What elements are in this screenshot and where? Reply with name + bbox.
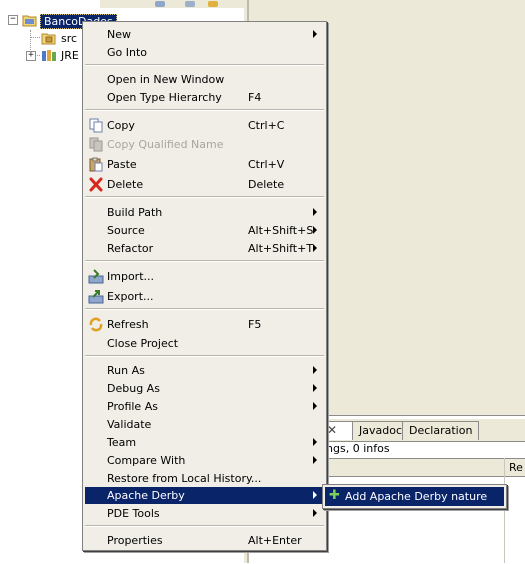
submenu-arrow-icon [313,226,317,234]
package-folder-icon [41,33,56,45]
column-header[interactable]: Re [509,461,523,474]
delete-icon [89,177,103,192]
menu-item-source[interactable]: Source Alt+Shift+S [85,222,324,239]
toolbar-icon[interactable] [155,1,165,7]
submenu-arrow-icon [313,402,317,410]
project-folder-icon [22,15,37,27]
submenu-arrow-icon [313,456,317,464]
toolbar-icon[interactable] [185,1,195,7]
submenu-arrow-icon [313,384,317,392]
submenu-arrow-icon [313,208,317,216]
menu-item-copy-qualified-name[interactable]: Copy Qualified Name [85,136,324,153]
toolbar-icon[interactable] [208,1,218,7]
copy-icon [89,118,103,133]
refresh-icon [89,317,103,332]
submenu-arrow-icon [313,491,317,499]
menu-item-properties[interactable]: Properties Alt+Enter [85,532,324,549]
menu-item-delete[interactable]: Delete Delete [85,176,324,193]
import-icon [88,269,104,284]
collapse-icon[interactable]: − [8,15,18,25]
menu-item-paste[interactable]: Paste Ctrl+V [85,156,324,173]
menu-item-add-apache-derby-nature[interactable]: ✚ Add Apache Derby nature [325,487,504,506]
menu-item-import[interactable]: Import... [85,268,324,285]
menu-separator [85,64,324,66]
menu-separator [85,109,324,111]
menu-separator [85,196,324,198]
menu-separator [85,525,324,527]
menu-item-validate[interactable]: Validate [85,416,324,433]
menu-item-refresh[interactable]: Refresh F5 [85,316,324,333]
menu-item-restore-from-local-history[interactable]: Restore from Local History... [85,470,324,487]
column-divider[interactable] [504,458,505,563]
submenu-arrow-icon [313,366,317,374]
submenu-arrow-icon [313,30,317,38]
menu-item-copy[interactable]: Copy Ctrl+C [85,117,324,134]
menu-separator [85,355,324,357]
menu-item-open-type-hierarchy[interactable]: Open Type Hierarchy F4 [85,89,324,106]
submenu-arrow-icon [313,438,317,446]
export-icon [88,290,104,304]
menu-item-refactor[interactable]: Refactor Alt+Shift+T [85,240,324,257]
menu-item-pde-tools[interactable]: PDE Tools [85,505,324,522]
menu-item-close-project[interactable]: Close Project [85,335,324,352]
menu-item-apache-derby[interactable]: Apache Derby [85,487,324,504]
menu-item-go-into[interactable]: Go Into [85,44,324,61]
close-icon[interactable]: ✕ [327,423,337,437]
menu-item-build-path[interactable]: Build Path [85,204,324,221]
submenu-arrow-icon [313,244,317,252]
menu-item-debug-as[interactable]: Debug As [85,380,324,397]
copy-icon [89,137,103,152]
menu-item-open-in-new-window[interactable]: Open in New Window [85,71,324,88]
tree-item-label: src [61,32,78,45]
tab-javadoc[interactable]: Javadoc [352,421,409,440]
tree-item-label: JRE [61,49,79,62]
menu-separator [85,308,324,310]
apache-derby-submenu: ✚ Add Apache Derby nature [322,484,507,509]
tab-declaration[interactable]: Declaration [402,421,480,440]
menu-item-team[interactable]: Team [85,434,324,451]
menu-item-run-as[interactable]: Run As [85,362,324,379]
menu-item-profile-as[interactable]: Profile As [85,398,324,415]
library-icon [42,50,56,61]
submenu-arrow-icon [313,509,317,517]
menu-item-compare-with[interactable]: Compare With [85,452,324,469]
paste-icon [89,157,103,172]
context-menu: New Go Into Open in New Window Open Type… [82,21,327,551]
expand-icon[interactable]: + [26,51,36,61]
menu-item-new[interactable]: New [85,26,324,43]
menu-item-export[interactable]: Export... [85,288,324,305]
menu-separator [85,260,324,262]
explorer-toolbar [100,0,244,8]
problems-summary: nings, 0 infos [316,442,390,455]
add-nature-icon: ✚ [329,488,340,503]
